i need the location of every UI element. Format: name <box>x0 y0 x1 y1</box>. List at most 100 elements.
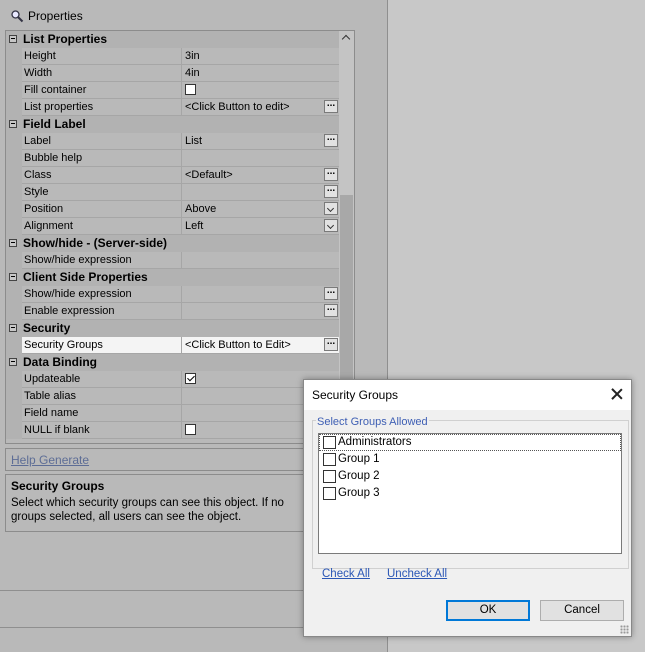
property-value[interactable]: 4in <box>182 65 339 82</box>
property-value[interactable] <box>182 252 339 269</box>
ok-button[interactable]: OK <box>446 600 530 621</box>
property-value[interactable]: List... <box>182 133 339 150</box>
property-row[interactable]: Show/hide expression <box>6 252 339 269</box>
collapse-icon[interactable] <box>9 273 17 281</box>
ellipsis-button[interactable]: ... <box>324 167 338 181</box>
property-checkbox[interactable] <box>185 373 196 384</box>
ellipsis-button[interactable]: ... <box>324 133 338 147</box>
property-name: Show/hide expression <box>22 286 182 303</box>
property-row[interactable]: Field name <box>6 405 339 422</box>
category-label: List Properties <box>23 32 108 46</box>
group-item[interactable]: Group 1 <box>319 451 621 468</box>
property-value[interactable]: <Default>... <box>182 167 339 184</box>
property-row[interactable]: Width 4in <box>6 65 339 82</box>
resize-grip-icon[interactable] <box>620 625 629 634</box>
property-row[interactable]: Show/hide expression... <box>6 286 339 303</box>
row-gutter <box>6 218 22 235</box>
property-value-text: Above <box>185 203 217 215</box>
property-value[interactable]: <Click Button to edit>... <box>182 99 339 116</box>
property-checkbox[interactable] <box>185 84 196 95</box>
group-checkbox[interactable] <box>323 470 336 483</box>
panel-title: Properties <box>28 9 83 23</box>
panel-header: Properties <box>10 7 83 25</box>
ellipsis-button[interactable]: ... <box>324 337 338 351</box>
row-gutter <box>6 184 22 201</box>
close-icon[interactable] <box>611 388 623 400</box>
property-row[interactable]: NULL if blank <box>6 422 339 439</box>
group-checkbox[interactable] <box>323 453 336 466</box>
group-checkbox[interactable] <box>323 487 336 500</box>
row-gutter <box>6 388 22 405</box>
property-name: Height <box>22 48 182 65</box>
property-value[interactable]: Left <box>182 218 339 235</box>
property-value-text: <Click Button to Edit> <box>185 339 291 351</box>
property-checkbox[interactable] <box>185 424 196 435</box>
category-row[interactable]: Data Binding <box>6 354 339 371</box>
property-name: Width <box>22 65 182 82</box>
help-generate-link[interactable]: Help Generate <box>11 453 89 467</box>
category-row[interactable]: Field Label <box>6 116 339 133</box>
property-row[interactable]: Position Above <box>6 201 339 218</box>
row-gutter <box>6 150 22 167</box>
row-gutter <box>6 422 22 439</box>
category-row[interactable]: Show/hide - (Server-side) <box>6 235 339 252</box>
collapse-icon[interactable] <box>9 358 17 366</box>
property-name: Position <box>22 201 182 218</box>
property-row[interactable]: Alignment Left <box>6 218 339 235</box>
collapse-icon[interactable] <box>9 120 17 128</box>
groups-list[interactable]: Administrators Group 1 Group 2 Group 3 <box>318 433 622 554</box>
category-row[interactable]: Client Side Properties <box>6 269 339 286</box>
property-value[interactable]: Above <box>182 201 339 218</box>
property-row[interactable]: Updateable <box>6 371 339 388</box>
uncheck-all-link[interactable]: Uncheck All <box>387 568 447 580</box>
property-row[interactable]: Class <Default>... <box>6 167 339 184</box>
scroll-up-icon[interactable] <box>341 34 351 44</box>
group-label: Group 2 <box>338 470 380 482</box>
property-value[interactable] <box>182 82 339 99</box>
group-item[interactable]: Group 3 <box>319 485 621 502</box>
category-label: Client Side Properties <box>23 270 148 284</box>
check-all-link[interactable]: Check All <box>322 568 370 580</box>
property-row[interactable]: Style... <box>6 184 339 201</box>
property-value-text: List <box>185 135 203 147</box>
group-checkbox[interactable] <box>323 436 336 449</box>
category-row[interactable]: List Properties <box>6 31 339 48</box>
property-value[interactable]: ... <box>182 184 339 201</box>
property-row[interactable]: Table alias <box>6 388 339 405</box>
collapse-icon[interactable] <box>9 324 17 332</box>
category-label: Show/hide - (Server-side) <box>23 236 168 250</box>
property-row[interactable]: Height 3in <box>6 48 339 65</box>
collapse-icon[interactable] <box>9 239 17 247</box>
ellipsis-button[interactable]: ... <box>324 286 338 300</box>
ellipsis-button[interactable]: ... <box>324 99 338 113</box>
property-name: NULL if blank <box>22 422 182 439</box>
property-value[interactable]: ... <box>182 303 339 320</box>
property-row[interactable]: Enable expression... <box>6 303 339 320</box>
property-row[interactable]: Label List... <box>6 133 339 150</box>
description-title: Security Groups <box>11 479 105 493</box>
property-value[interactable]: 3in <box>182 48 339 65</box>
collapse-icon[interactable] <box>9 35 17 43</box>
ellipsis-button[interactable]: ... <box>324 303 338 317</box>
property-value[interactable]: ... <box>182 286 339 303</box>
chevron-down-icon[interactable] <box>324 202 338 215</box>
property-value-text: <Click Button to edit> <box>185 101 290 113</box>
check-links: Check All Uncheck All <box>322 568 461 580</box>
property-value[interactable]: <Click Button to Edit>... <box>182 337 339 354</box>
cancel-button[interactable]: Cancel <box>540 600 624 621</box>
property-row[interactable]: Bubble help <box>6 150 339 167</box>
property-row[interactable]: Security Groups <Click Button to Edit>... <box>6 337 339 354</box>
property-row[interactable]: Fill container <box>6 82 339 99</box>
property-grid-rows: List Properties Height 3in Width 4in Fill con… <box>6 31 339 439</box>
property-row[interactable]: List properties <Click Button to edit>... <box>6 99 339 116</box>
property-name: Style <box>22 184 182 201</box>
property-value[interactable] <box>182 150 339 167</box>
chevron-down-icon[interactable] <box>324 219 338 232</box>
category-row[interactable]: Security <box>6 320 339 337</box>
ellipsis-button[interactable]: ... <box>324 184 338 198</box>
property-name: Label <box>22 133 182 150</box>
property-value-text: 4in <box>185 67 200 79</box>
group-item[interactable]: Group 2 <box>319 468 621 485</box>
group-item[interactable]: Administrators <box>319 434 621 451</box>
row-gutter <box>6 371 22 388</box>
